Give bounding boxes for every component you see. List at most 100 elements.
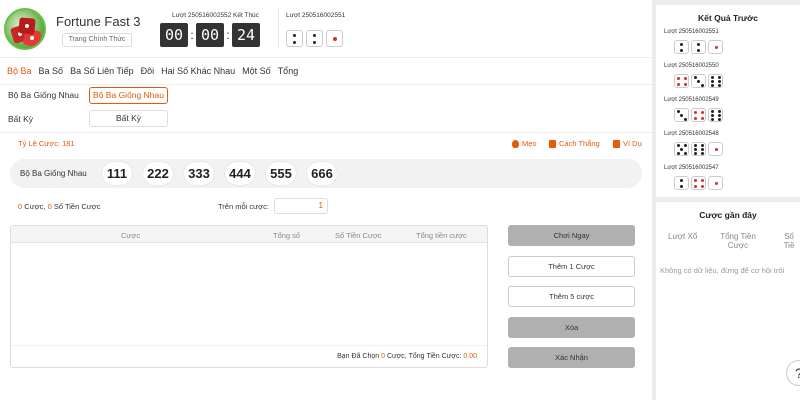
result-dice	[674, 142, 723, 156]
add-1-bet-button[interactable]: Thêm 1 Cược	[508, 256, 635, 277]
die-icon	[708, 40, 723, 54]
per-bet-label: Trên mỗi cược:	[218, 202, 269, 211]
result-dice	[674, 108, 723, 122]
die-icon	[286, 30, 303, 47]
odds-label: Tỷ Lệ Cược: 181	[18, 139, 75, 148]
results-title: Kết Quả Trước	[698, 13, 758, 23]
result-round-label: Lượt 250516002551	[664, 29, 719, 35]
game-logo-icon	[4, 8, 46, 50]
bets-label: Cược,	[24, 202, 46, 211]
tab-mot-so[interactable]: Một Số	[242, 66, 271, 82]
die-icon	[691, 74, 706, 88]
result-round-label: Lượt 250516002547	[664, 165, 719, 171]
tab-tong[interactable]: Tổng	[278, 66, 299, 82]
per-bet-input[interactable]: 1	[274, 198, 328, 214]
die-icon	[708, 176, 723, 190]
die-icon	[674, 108, 689, 122]
column-header: Số Tiền Cược	[335, 231, 382, 240]
timer-seconds: 24	[232, 23, 260, 47]
die-icon	[674, 142, 689, 156]
how-to-win-link[interactable]: Cách Thắng	[549, 139, 600, 148]
bet-options-bar: Bộ Ba Giống Nhau 111 222 333 444 555 666	[10, 159, 642, 188]
bet-summary: 0 Cược, 0 Số Tiền Cược	[18, 202, 100, 211]
example-link[interactable]: Ví Dụ	[613, 139, 642, 148]
die-icon	[708, 142, 723, 156]
history-title: Cược gần đây	[699, 210, 757, 220]
bet-slip-table: Cược Tổng số Số Tiền Cược Tổng tiền cược…	[10, 225, 488, 368]
amount-count: 0	[47, 202, 52, 211]
document-icon	[549, 139, 556, 148]
history-column-header: Tổng Tiền Cược	[720, 232, 756, 250]
tab-hai-so-khac-nhau[interactable]: Hai Số Khác Nhau	[161, 66, 235, 82]
die-icon	[708, 74, 723, 88]
last-result-dice	[286, 30, 343, 47]
bet-option-111[interactable]: 111	[102, 162, 132, 185]
tab-ba-so-lien-tiep[interactable]: Ba Số Liên Tiếp	[70, 66, 134, 82]
result-dice	[674, 40, 723, 54]
results-panel: Kết Quả Trước Lượt 250516002551 Lượt 2505…	[656, 5, 800, 197]
chat-icon	[613, 139, 620, 148]
bet-option-666[interactable]: 666	[307, 162, 337, 185]
tab-doi[interactable]: Đôi	[141, 66, 155, 82]
footer-amount: 0.00	[463, 353, 477, 360]
example-label: Ví Dụ	[623, 139, 642, 148]
result-round-label: Lượt 250516002549	[664, 97, 719, 103]
countdown-timer: 00 : 00 : 24	[160, 23, 260, 47]
lightbulb-icon	[512, 139, 519, 148]
history-column-header: Lượt Xổ	[668, 232, 698, 241]
how-to-win-label: Cách Thắng	[559, 139, 600, 148]
subtype-chip-any[interactable]: Bất Kỳ	[89, 110, 168, 127]
bet-option-222[interactable]: 222	[143, 162, 173, 185]
table-footer: Bạn Đã Chọn 0 Cược, Tổng Tiền Cược: 0.00	[11, 345, 487, 367]
add-5-bets-button[interactable]: Thêm 5 cược	[508, 286, 635, 307]
die-icon	[674, 40, 689, 54]
die-icon	[691, 176, 706, 190]
footer-count: 0	[381, 353, 386, 360]
bet-option-333[interactable]: 333	[184, 162, 214, 185]
main-panel: Fortune Fast 3 Trang Chính Thức Lượt 250…	[0, 0, 652, 400]
column-header: Tổng số	[273, 231, 301, 240]
subtype-any-label: Bất Kỳ	[8, 114, 34, 124]
bet-type-tabs: Bộ Ba Ba Số Ba Số Liên Tiếp Đôi Hai Số K…	[0, 66, 298, 82]
tab-ba-so[interactable]: Ba Số	[39, 66, 64, 82]
bet-option-444[interactable]: 444	[225, 162, 255, 185]
table-header: Cược Tổng số Số Tiền Cược Tổng tiền cược	[11, 226, 487, 243]
tips-label: Mẹo	[522, 139, 537, 148]
game-header: Fortune Fast 3 Trang Chính Thức Lượt 250…	[0, 0, 652, 58]
history-column-header: Số Tiề	[783, 232, 795, 250]
divider	[0, 132, 652, 133]
bet-option-555[interactable]: 555	[266, 162, 296, 185]
tips-link[interactable]: Mẹo	[512, 139, 537, 148]
tab-bo-ba[interactable]: Bộ Ba	[7, 66, 32, 82]
history-empty-message: Không có dữ liệu, đừng để cơ hội trôi	[660, 266, 785, 275]
game-title: Fortune Fast 3	[56, 14, 141, 29]
die-icon	[326, 30, 343, 47]
history-panel: Cược gần đây Lượt Xổ Tổng Tiền Cược Số T…	[656, 202, 800, 400]
die-icon	[674, 176, 689, 190]
subtype-chip-triple[interactable]: Bộ Ba Giống Nhau	[89, 87, 168, 104]
sidebar: Kết Quả Trước Lượt 250516002551 Lượt 2505…	[656, 0, 800, 400]
confirm-button[interactable]: Xác Nhận	[508, 347, 635, 368]
subtype-label: Bộ Ba Giống Nhau	[8, 90, 79, 100]
last-round-label: Lượt 250516002551	[286, 12, 346, 19]
play-now-button[interactable]: Chơi Ngay	[508, 225, 635, 246]
amount-label: Số Tiền Cược	[53, 202, 101, 211]
die-icon	[306, 30, 323, 47]
current-round-label: Lượt 250516002552 Kết Thúc	[172, 12, 259, 19]
divider	[0, 84, 652, 85]
page: Fortune Fast 3 Trang Chính Thức Lượt 250…	[0, 0, 800, 400]
die-icon	[691, 40, 706, 54]
bets-count: 0	[18, 202, 23, 211]
footer-mid: Cược, Tổng Tiền Cược:	[386, 353, 462, 360]
delete-button[interactable]: Xóa	[508, 317, 635, 338]
die-icon	[691, 108, 706, 122]
footer-prefix: Bạn Đã Chọn	[337, 353, 380, 360]
timer-hours: 00	[160, 23, 188, 47]
bet-options-label: Bộ Ba Giống Nhau	[20, 169, 87, 178]
official-site-button[interactable]: Trang Chính Thức	[62, 33, 132, 47]
column-header: Tổng tiền cược	[416, 231, 467, 240]
result-dice	[674, 176, 723, 190]
die-icon	[691, 142, 706, 156]
column-header: Cược	[121, 231, 141, 240]
die-icon	[708, 108, 723, 122]
